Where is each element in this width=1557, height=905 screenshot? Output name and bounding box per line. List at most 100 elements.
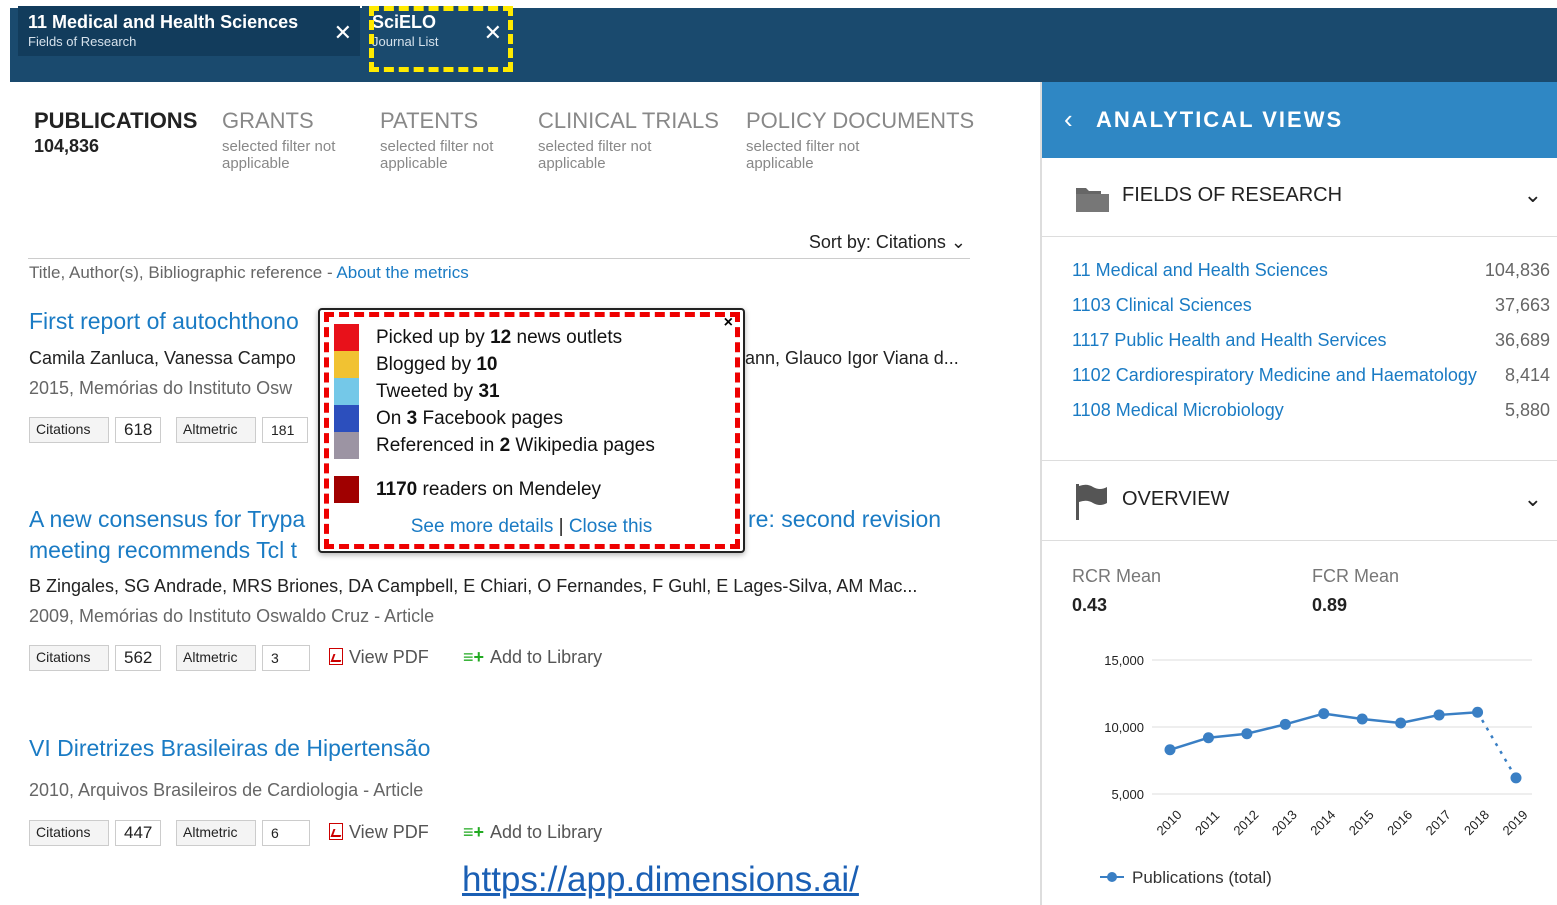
tab-clinical-trials[interactable]: CLINICAL TRIALS selected filter not appl… (538, 108, 719, 172)
chevron-down-icon: ⌄ (950, 232, 966, 252)
field-name[interactable]: 1103 Clinical Sciences (1072, 295, 1252, 316)
series-line-segment (1208, 732, 1248, 739)
x-tick-label: 2019 (1500, 807, 1531, 838)
popup-links: See more details | Close this (320, 516, 743, 538)
field-name[interactable]: 11 Medical and Health Sciences (1072, 260, 1328, 281)
tab-count: 104,836 (34, 136, 100, 156)
color-swatch (334, 432, 359, 459)
add-to-library-button[interactable]: ≡+ Add to Library (463, 822, 602, 843)
tab-policy-documents[interactable]: POLICY DOCUMENTS selected filter not app… (746, 108, 974, 172)
about-metrics-link[interactable]: About the metrics (336, 263, 468, 282)
close-this-link[interactable]: Close this (569, 516, 652, 537)
tab-label: PUBLICATIONS (34, 108, 198, 133)
field-count: 36,689 (1494, 330, 1550, 350)
citations-count[interactable]: 618 (115, 417, 161, 443)
publication-source: 2015, Memórias do Instituto Osw (29, 378, 293, 398)
metrics-info-line: Title, Author(s), Bibliographic referenc… (29, 263, 469, 283)
x-tick-label: 2017 (1423, 807, 1454, 838)
chevron-down-icon[interactable]: ⌄ (1524, 486, 1542, 512)
field-name[interactable]: 1102 Cardiorespiratory Medicine and Haem… (1072, 365, 1477, 386)
x-tick-label: 2010 (1154, 807, 1185, 838)
publication-title[interactable]: A new consensus for Trypa (29, 504, 305, 535)
data-point[interactable] (1395, 717, 1407, 729)
citations-count[interactable]: 562 (115, 645, 161, 671)
field-count: 8,414 (1504, 365, 1550, 385)
add-to-library-button[interactable]: ≡+ Add to Library (463, 647, 602, 668)
field-count: 5,880 (1504, 400, 1550, 420)
metric-label: RCR Mean (1072, 566, 1162, 586)
data-point[interactable] (1279, 718, 1291, 730)
data-point[interactable] (1202, 732, 1214, 744)
filter-bar-extension (10, 70, 1040, 82)
chevron-down-icon[interactable]: ⌄ (1524, 182, 1542, 208)
divider (1042, 540, 1557, 541)
color-swatch (334, 476, 359, 503)
publication-title[interactable]: VI Diretrizes Brasileiras de Hipertensão (29, 733, 430, 764)
view-pdf-button[interactable]: View PDF (329, 647, 429, 668)
popup-row-text: Tweeted by 31 (376, 381, 500, 402)
publication-title[interactable]: First report of autochthono (29, 306, 299, 337)
series-line-segment (1284, 712, 1325, 726)
meta-text: Title, Author(s), Bibliographic referenc… (29, 263, 337, 282)
field-row[interactable]: 1117 Public Health and Health Services 3… (1072, 330, 1550, 356)
panel-header: ‹ ANALYTICAL VIEWS (1042, 82, 1557, 158)
popup-row-tweets: Tweeted by 31 (334, 378, 724, 405)
popup-row-text: Referenced in 2 Wikipedia pages (376, 435, 655, 456)
citations-badge[interactable]: Citations (29, 820, 109, 846)
publication-title-line2[interactable]: meeting recommends Tcl t (29, 535, 297, 566)
series-line-segment (1439, 711, 1478, 717)
filter-chip-fields-of-research[interactable]: 11 Medical and Health Sciences Fields of… (18, 6, 360, 56)
x-tick-label: 2016 (1384, 807, 1415, 838)
add-list-icon: ≡+ (463, 647, 485, 667)
field-row[interactable]: 1108 Medical Microbiology 5,880 (1072, 400, 1550, 426)
see-more-details-link[interactable]: See more details (411, 516, 554, 537)
close-icon[interactable]: × (724, 314, 733, 332)
citations-count[interactable]: 447 (115, 820, 161, 846)
rcr-mean-metric: RCR Mean 0.43 (1072, 566, 1161, 616)
field-name[interactable]: 1117 Public Health and Health Services (1072, 330, 1387, 351)
footer-url-link[interactable]: https://app.dimensions.ai/ (462, 860, 859, 900)
legend-label[interactable]: Publications (total) (1132, 868, 1272, 887)
altmetric-count[interactable]: 6 (262, 820, 310, 846)
field-row[interactable]: 1103 Clinical Sciences 37,663 (1072, 295, 1550, 321)
close-icon[interactable]: ✕ (334, 20, 352, 46)
tab-publications[interactable]: PUBLICATIONS 104,836 (34, 108, 197, 155)
field-row[interactable]: 1102 Cardiorespiratory Medicine and Haem… (1072, 365, 1550, 391)
highlight-box (369, 6, 513, 72)
tab-label: CLINICAL TRIALS (538, 108, 719, 133)
tab-label: PATENTS (380, 108, 479, 133)
tab-patents[interactable]: PATENTS selected filter not applicable (380, 108, 515, 172)
data-point[interactable] (1433, 709, 1445, 721)
chevron-left-icon[interactable]: ‹ (1064, 104, 1073, 135)
tab-grants[interactable]: GRANTS selected filter not applicable (222, 108, 357, 172)
field-row[interactable]: 11 Medical and Health Sciences 104,836 (1072, 260, 1550, 286)
sort-dropdown[interactable]: Sort by: Citations ⌄ (809, 232, 966, 253)
citations-badge[interactable]: Citations (29, 417, 109, 443)
altmetric-count[interactable]: 3 (262, 645, 310, 671)
publication-badges: Citations 618 Altmetric 181 (29, 417, 319, 445)
publication-authors: B Zingales, SG Andrade, MRS Briones, DA … (29, 576, 918, 596)
field-name[interactable]: 1108 Medical Microbiology (1072, 400, 1284, 421)
publication-source: 2009, Memórias do Instituto Oswaldo Cruz… (29, 606, 435, 626)
fcr-mean-metric: FCR Mean 0.89 (1312, 566, 1399, 616)
altmetric-badge[interactable]: Altmetric (176, 820, 256, 846)
metric-value: 0.89 (1312, 595, 1348, 615)
view-pdf-button[interactable]: View PDF (329, 822, 429, 843)
view-pdf-label: View PDF (349, 647, 429, 667)
altmetric-count[interactable]: 181 (262, 417, 308, 443)
data-point[interactable] (1510, 772, 1522, 784)
altmetric-badge[interactable]: Altmetric (176, 417, 256, 443)
data-point[interactable] (1318, 708, 1330, 720)
metric-label: FCR Mean (1312, 566, 1400, 586)
altmetric-badge[interactable]: Altmetric (176, 645, 256, 671)
publication-badges: Citations 447 Altmetric 6 View PDF ≡+ Add… (29, 820, 629, 848)
x-tick-label: 2015 (1346, 807, 1377, 838)
color-swatch (334, 324, 359, 351)
tab-label: GRANTS (222, 108, 314, 133)
data-point[interactable] (1241, 728, 1253, 740)
citations-badge[interactable]: Citations (29, 645, 109, 671)
data-point[interactable] (1472, 706, 1484, 718)
data-point[interactable] (1356, 713, 1368, 725)
publication-title-tail[interactable]: re: second revision (748, 504, 941, 535)
data-point[interactable] (1164, 744, 1176, 756)
